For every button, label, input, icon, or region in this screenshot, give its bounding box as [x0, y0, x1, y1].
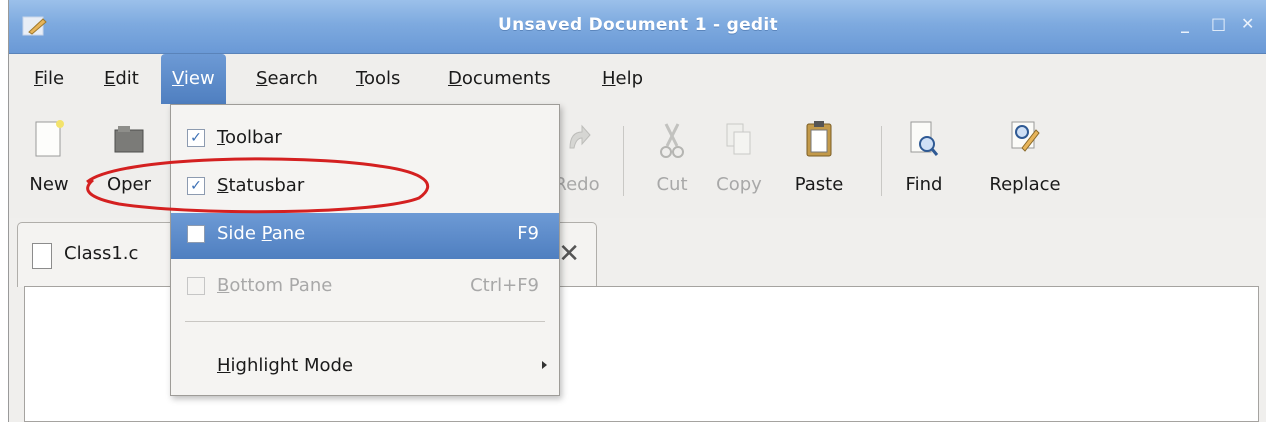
menu-item-side-pane[interactable]: Side Pane F9 [171, 213, 559, 259]
menu-file-label: ile [43, 68, 65, 89]
scissors-icon [660, 123, 684, 158]
copy-button-label: Copy [716, 174, 762, 195]
toolbar-label-rest: oolbar [224, 127, 282, 148]
toolbar-separator [881, 126, 882, 196]
menu-edit-label: dit [115, 68, 139, 89]
cut-button[interactable]: Cut [647, 104, 697, 218]
toolbar-checkbox[interactable]: ✓ [187, 129, 205, 147]
close-window-button[interactable]: ✕ [1241, 14, 1254, 33]
open-folder-icon [114, 126, 144, 153]
toolbar-mnemonic: T [217, 127, 225, 148]
submenu-arrow-icon [542, 361, 547, 369]
menu-item-toolbar[interactable]: ✓ Toolbar [171, 117, 559, 161]
bottom-pane-checkbox[interactable] [187, 277, 205, 295]
menu-documents-label: ocuments [461, 68, 551, 89]
bottom-pane-label-rest: ottom Pane [229, 275, 333, 296]
copy-button[interactable]: Copy [709, 104, 769, 218]
new-button-label: New [29, 174, 69, 195]
menu-tools[interactable]: Tools [345, 54, 411, 104]
menu-item-highlight-mode[interactable]: Highlight Mode [171, 345, 559, 389]
menu-search[interactable]: Search [245, 54, 329, 104]
highlight-mode-label-rest: ighlight Mode [230, 355, 354, 376]
menu-help-mnemonic: H [602, 68, 616, 89]
side-pane-label-rest: ane [271, 223, 306, 244]
open-button-label: Oper [106, 174, 152, 195]
tab-close-icon[interactable]: ✕ [558, 239, 580, 269]
menu-item-statusbar[interactable]: ✓ Statusbar [171, 165, 559, 209]
menu-search-mnemonic: S [256, 68, 268, 89]
menu-tools-label: ools [363, 68, 401, 89]
menu-documents[interactable]: Documents [437, 54, 562, 104]
new-button[interactable]: New [21, 104, 77, 218]
menu-separator [185, 321, 545, 322]
find-button-label: Find [905, 174, 943, 195]
tab-label: Class1.c [64, 243, 139, 264]
find-button[interactable]: Find [899, 104, 949, 218]
menu-view-mnemonic: V [172, 68, 184, 89]
menu-view[interactable]: View [161, 54, 226, 104]
menu-item-statusbar-label: Statusbar [217, 175, 304, 196]
view-menu-dropdown: ✓ Toolbar ✓ Statusbar Side Pane F9 Botto… [170, 104, 560, 396]
cut-button-label: Cut [656, 174, 688, 195]
paste-icon [806, 121, 832, 157]
menu-item-toolbar-label: Toolbar [217, 127, 282, 148]
paste-button-label: Paste [794, 174, 844, 195]
menu-item-highlight-mode-label: Highlight Mode [217, 355, 353, 376]
menu-file-mnemonic: F [34, 68, 44, 89]
replace-icon [1011, 121, 1040, 152]
minimize-button[interactable]: _ [1181, 14, 1189, 33]
side-pane-label-pre: Side [217, 223, 262, 244]
window-title: Unsaved Document 1 - gedit [498, 15, 778, 35]
new-document-icon [35, 120, 64, 157]
toolbar-separator [623, 126, 624, 196]
menu-file[interactable]: File [23, 54, 75, 104]
statusbar-mnemonic: S [217, 175, 229, 196]
statusbar-checkbox[interactable]: ✓ [187, 177, 205, 195]
replace-button-label: Replace [989, 174, 1061, 195]
statusbar-label-rest: tatusbar [228, 175, 305, 196]
menu-search-label: earch [267, 68, 318, 89]
text-file-icon [32, 243, 52, 269]
title-bar[interactable]: Unsaved Document 1 - gedit _ □ ✕ [9, 0, 1266, 54]
bottom-pane-shortcut: Ctrl+F9 [470, 275, 539, 296]
menu-documents-mnemonic: D [448, 68, 462, 89]
menu-view-label: iew [183, 68, 215, 89]
menu-item-bottom-pane[interactable]: Bottom Pane Ctrl+F9 [171, 265, 559, 309]
menu-item-bottom-pane-label: Bottom Pane [217, 275, 332, 296]
paste-button[interactable]: Paste [783, 104, 855, 218]
side-pane-checkbox[interactable] [187, 225, 205, 243]
menu-bar: File Edit View Search Tools Documents He… [9, 54, 1266, 104]
open-button[interactable]: Oper [99, 104, 159, 218]
maximize-button[interactable]: □ [1211, 14, 1226, 33]
side-pane-shortcut: F9 [517, 223, 539, 244]
menu-tools-mnemonic: T [356, 68, 364, 89]
menu-help[interactable]: Help [591, 54, 654, 104]
gedit-window: Unsaved Document 1 - gedit _ □ ✕ File Ed… [8, 0, 1266, 422]
menu-edit[interactable]: Edit [93, 54, 150, 104]
side-pane-mnemonic: P [261, 223, 272, 244]
menu-item-side-pane-label: Side Pane [217, 223, 305, 244]
menu-help-label: elp [615, 68, 644, 89]
replace-button[interactable]: Replace [975, 104, 1075, 218]
bottom-pane-mnemonic: B [217, 275, 230, 296]
highlight-mode-mnemonic: H [217, 355, 231, 376]
find-icon [910, 121, 939, 156]
copy-icon [726, 123, 751, 155]
redo-icon [569, 124, 591, 149]
menu-edit-mnemonic: E [104, 68, 116, 89]
